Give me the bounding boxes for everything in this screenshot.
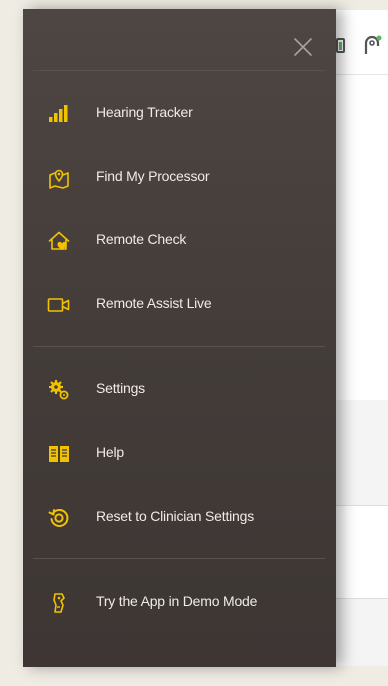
menu-item-label: Help: [96, 444, 124, 460]
menu-item-label: Find My Processor: [96, 168, 210, 184]
signal-bars-icon: [49, 105, 68, 122]
video-camera-icon: [47, 298, 70, 312]
menu-item-demo-mode[interactable]: Try the App in Demo Mode: [23, 583, 336, 623]
close-icon: [294, 38, 312, 56]
menu-item-help[interactable]: Help: [23, 434, 336, 474]
map-pin-icon: [49, 169, 69, 189]
reset-icon: [48, 509, 69, 527]
menu-item-find-my-processor[interactable]: Find My Processor: [23, 158, 336, 198]
menu-divider: [33, 346, 325, 347]
menu-item-label: Settings: [96, 380, 145, 396]
menu-item-remote-assist-live[interactable]: Remote Assist Live: [23, 285, 336, 325]
gears-icon: [49, 380, 69, 400]
battery-icon: [336, 38, 345, 53]
menu-item-label: Hearing Tracker: [96, 104, 193, 120]
processor-icon: [364, 35, 382, 54]
navigation-drawer: Hearing Tracker Find My Processor Remote…: [23, 9, 336, 667]
menu-item-reset-to-clinician-settings[interactable]: Reset to Clinician Settings: [23, 498, 336, 538]
menu-item-label: Reset to Clinician Settings: [96, 508, 255, 524]
menu-item-remote-check[interactable]: Remote Check: [23, 221, 336, 261]
book-icon: [49, 446, 69, 462]
menu-item-label: Remote Check: [96, 231, 187, 247]
menu-divider: [33, 70, 325, 71]
menu-item-hearing-tracker[interactable]: Hearing Tracker: [23, 94, 336, 134]
close-button[interactable]: [291, 35, 315, 59]
home-heart-icon: [48, 231, 70, 250]
menu-item-label: Remote Assist Live: [96, 295, 212, 311]
menu-divider: [33, 558, 325, 559]
demo-device-icon: [53, 593, 65, 613]
menu-item-settings[interactable]: Settings: [23, 370, 336, 410]
menu-item-label: Try the App in Demo Mode: [96, 593, 258, 609]
